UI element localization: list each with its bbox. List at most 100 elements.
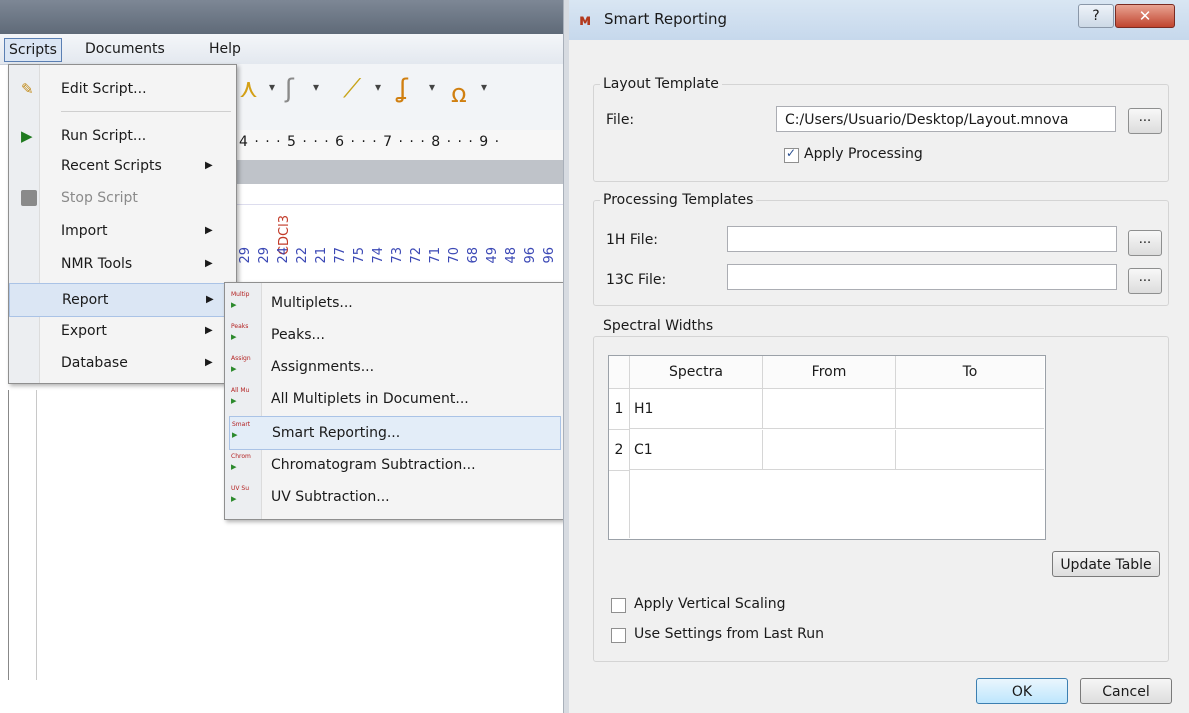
column-header-spectra[interactable]: Spectra [630, 356, 763, 389]
app-title-bar [0, 0, 563, 34]
use-last-settings-label: Use Settings from Last Run [634, 626, 824, 642]
divider [8, 390, 9, 680]
toolbar: ⋏ ▾ ʃ ▾ ⟋ ▾ ʆ ▾ ꭥ ▾ [235, 64, 563, 130]
menu-item-edit-script[interactable]: ✎ Edit Script... [9, 73, 236, 105]
menu-item-peaks[interactable]: Peaks ▸ Peaks... [225, 319, 563, 351]
apply-processing-checkbox[interactable] [784, 146, 799, 163]
menu-separator [61, 111, 231, 112]
browse-c13-button[interactable]: ... [1128, 268, 1162, 294]
ok-button[interactable]: OK [976, 678, 1068, 704]
document-area [235, 184, 563, 205]
dialog-title-bar: ᴍ Smart Reporting ? ✕ [569, 0, 1189, 40]
script-icon: Assign ▸ [231, 355, 251, 375]
apply-vertical-scaling-checkbox[interactable] [611, 598, 626, 613]
peak-label: 70 [447, 247, 462, 264]
menu-item-report[interactable]: Report ▶ [9, 283, 236, 317]
c13-file-label: 13C File: [606, 272, 667, 288]
cell-to[interactable] [896, 389, 1044, 429]
chevron-right-icon: ▶ [205, 357, 213, 368]
chevron-down-icon[interactable]: ▾ [269, 80, 275, 94]
layout-template-group [593, 84, 1169, 182]
peak-label: 96 [542, 247, 557, 264]
apply-vertical-scaling-label: Apply Vertical Scaling [634, 596, 786, 612]
menu-scripts[interactable]: Scripts [4, 38, 62, 62]
chevron-down-icon[interactable]: ▾ [313, 80, 319, 94]
file-label: File: [606, 112, 635, 128]
peak-label: 29 [257, 247, 272, 264]
browse-layout-button[interactable]: ... [1128, 108, 1162, 134]
menu-item-assignments[interactable]: Assign ▸ Assignments... [225, 351, 563, 383]
row-number[interactable]: 1 [609, 389, 630, 430]
peak-label: 21 [314, 247, 329, 264]
chevron-right-icon: ▶ [205, 160, 213, 171]
apply-processing-label: Apply Processing [804, 146, 923, 162]
chevron-right-icon: ▶ [205, 325, 213, 336]
script-icon: UV Su ▸ [231, 485, 250, 505]
peak-label: 96 [523, 247, 538, 264]
menu-item-import[interactable]: Import ▶ [9, 215, 236, 247]
script-icon: Chrom ▸ [231, 453, 251, 473]
chevron-down-icon[interactable]: ▾ [375, 80, 381, 94]
menu-item-multiplets[interactable]: Multip ▸ Multiplets... [225, 287, 563, 319]
peak-label: 49 [485, 247, 500, 264]
close-button[interactable]: ✕ [1115, 4, 1175, 28]
cell-from[interactable] [763, 430, 896, 470]
use-last-settings-checkbox[interactable] [611, 628, 626, 643]
menu-item-uv-subtraction[interactable]: UV Su ▸ UV Subtraction... [225, 481, 563, 513]
cell-from[interactable] [763, 389, 896, 429]
peak-label: 72 [409, 247, 424, 264]
edit-script-icon: ✎ [21, 80, 34, 98]
peak-label: 68 [466, 247, 481, 264]
chevron-down-icon[interactable]: ▾ [429, 80, 435, 94]
script-icon: Multip ▸ [231, 291, 250, 311]
cell-spectra[interactable]: C1 [630, 430, 763, 470]
menu-item-nmr-tools[interactable]: NMR Tools ▶ [9, 248, 236, 280]
peak-label: 73 [390, 247, 405, 264]
cell-to[interactable] [896, 430, 1044, 470]
fitting-icon[interactable]: ʆ [399, 74, 408, 104]
menu-item-export[interactable]: Export ▶ [9, 315, 236, 347]
ruler-ticks: 4 · · · 5 · · · 6 · · · 7 · · · 8 · · · … [239, 134, 501, 150]
menu-help[interactable]: Help [203, 38, 247, 60]
row-number[interactable]: 2 [609, 430, 630, 471]
multiplet-icon[interactable]: ʃ [285, 74, 294, 104]
spectral-widths-table[interactable]: Spectra From To 1 H1 2 C1 [608, 355, 1046, 540]
cancel-button[interactable]: Cancel [1080, 678, 1172, 704]
group-title: Spectral Widths [600, 318, 717, 334]
menu-item-stop-script: Stop Script [9, 182, 236, 214]
browse-h1-button[interactable]: ... [1128, 230, 1162, 256]
stop-script-icon [21, 190, 37, 206]
group-title: Processing Templates [600, 192, 757, 208]
script-icon: Peaks ▸ [231, 323, 249, 343]
update-table-button[interactable]: Update Table [1052, 551, 1160, 577]
peak-label: 22 [295, 247, 310, 264]
column-header-from[interactable]: From [763, 356, 896, 389]
help-button[interactable]: ? [1078, 4, 1114, 28]
peak-label: 71 [428, 247, 443, 264]
menu-item-chromatogram-subtraction[interactable]: Chrom ▸ Chromatogram Subtraction... [225, 449, 563, 481]
menu-item-database[interactable]: Database ▶ [9, 347, 236, 379]
peak-label: 29 [238, 247, 253, 264]
menu-documents[interactable]: Documents [79, 38, 171, 60]
menu-item-all-multiplets[interactable]: All Mu ▸ All Multiplets in Document... [225, 383, 563, 415]
menu-item-recent-scripts[interactable]: Recent Scripts ▶ [9, 150, 236, 182]
peak-picking-icon[interactable]: ⋏ [239, 74, 258, 104]
run-script-icon: ▶ [21, 127, 33, 145]
group-title: Layout Template [600, 76, 722, 92]
h1-file-label: 1H File: [606, 232, 659, 248]
chevron-right-icon: ▶ [205, 258, 213, 269]
chevron-down-icon[interactable]: ▾ [481, 80, 487, 94]
c13-file-input[interactable] [727, 264, 1117, 290]
h1-file-input[interactable] [727, 226, 1117, 252]
script-icon: Smart ▸ [232, 421, 251, 441]
menu-item-smart-reporting[interactable]: Smart ▸ Smart Reporting... [229, 416, 561, 450]
layout-file-input[interactable]: C:/Users/Usuario/Desktop/Layout.mnova [776, 106, 1116, 132]
column-header-to[interactable]: To [896, 356, 1044, 389]
cell-spectra[interactable]: H1 [630, 389, 763, 429]
empty-row-header [609, 471, 630, 538]
dialog-title: Smart Reporting [604, 10, 728, 28]
processing-templates-group [593, 200, 1169, 306]
integration-icon[interactable]: ⟋ [343, 74, 361, 105]
analysis-icon[interactable]: ꭥ [451, 74, 467, 110]
menu-item-run-script[interactable]: ▶ Run Script... [9, 120, 236, 152]
